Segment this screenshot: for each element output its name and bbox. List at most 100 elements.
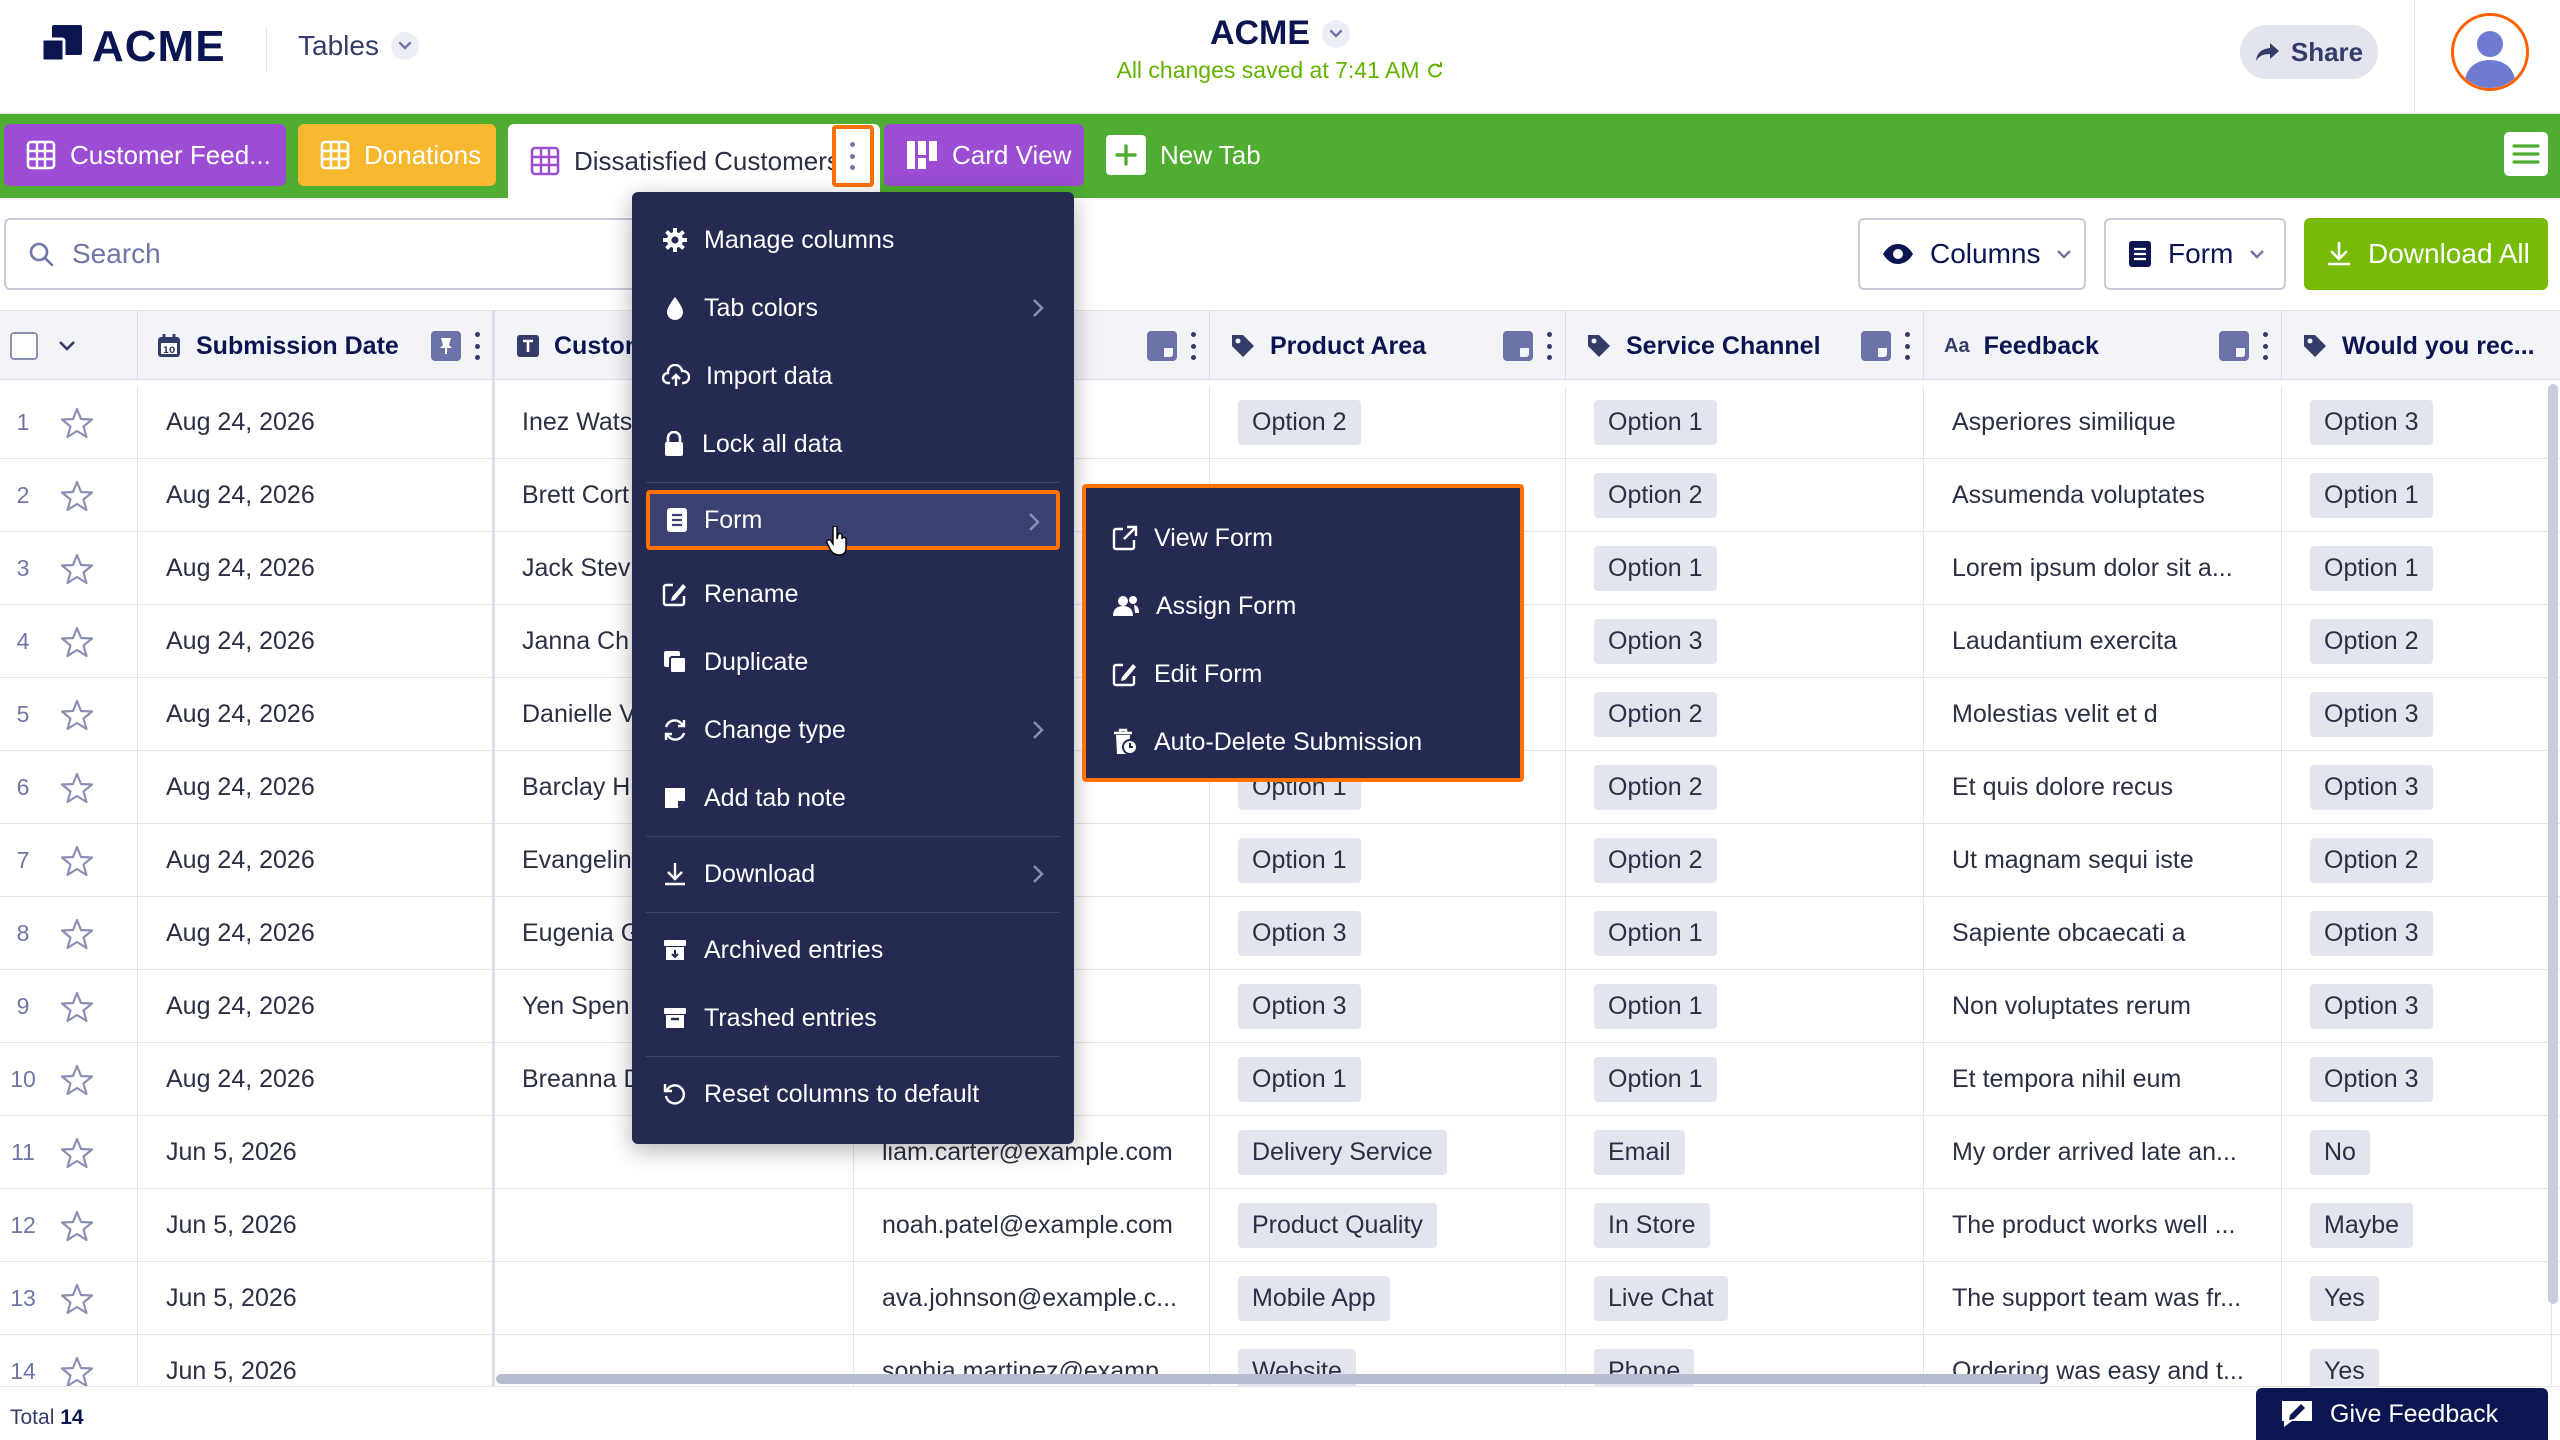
cell-service-channel[interactable]: In Store [1566,1189,1924,1262]
cell-product-area[interactable]: Option 1 [1210,1043,1566,1116]
submenu-item-edit-form[interactable]: Edit Form [1098,646,1498,702]
table-row[interactable]: 11 Jun 5, 2026 liam.carter@example.com Deli… [0,1116,2560,1189]
star-icon[interactable] [60,479,94,513]
cell-would-you-recommend[interactable]: Option 3 [2282,386,2552,459]
menu-item-tab-colors[interactable]: Tab colors [646,280,1060,336]
table-row[interactable]: 7Aug 24, 2026EvangelinomOption 1Option 2… [0,824,2560,897]
cell-customer[interactable] [494,1189,854,1262]
star-icon[interactable] [60,698,94,732]
menu-item-form[interactable]: Form [646,490,1060,550]
cell-feedback[interactable]: Asperiores similique [1924,386,2282,459]
cell-feedback[interactable]: Molestias velit et d [1924,678,2282,751]
cell-feedback[interactable]: Et quis dolore recus [1924,751,2282,824]
cell-would-you-recommend[interactable]: No [2282,1116,2552,1189]
column-service-channel[interactable]: Service Channel [1566,311,1924,381]
cell-feedback[interactable]: Lorem ipsum dolor sit a... [1924,532,2282,605]
column-would-you-recommend[interactable]: Would you rec... [2282,311,2560,381]
cell-feedback[interactable]: Non voluptates rerum [1924,970,2282,1043]
cell-would-you-recommend[interactable]: Option 2 [2282,605,2552,678]
cell-email[interactable]: noah.patel@example.com [854,1189,1210,1262]
star-icon[interactable] [60,844,94,878]
menu-item-trashed-entries[interactable]: Trashed entries [646,990,1060,1046]
search-input[interactable]: Search [4,218,644,290]
star-icon[interactable] [60,552,94,586]
column-product-area[interactable]: Product Area [1210,311,1566,381]
tab-dissatisfied-customers[interactable]: Dissatisfied Customers [508,124,880,198]
cell-service-channel[interactable]: Option 2 [1566,459,1924,532]
new-tab-button[interactable]: New Tab [1104,124,1304,186]
star-icon[interactable] [60,1136,94,1170]
cell-submission-date[interactable]: Jun 5, 2026 [138,1189,494,1262]
cell-would-you-recommend[interactable]: Option 1 [2282,532,2552,605]
cell-product-area[interactable]: Option 2 [1210,386,1566,459]
share-button[interactable]: Share [2240,25,2378,79]
more-vertical-icon[interactable] [1547,332,1553,360]
tabs-menu-button[interactable] [2504,132,2548,176]
tab-customer-feedback[interactable]: Customer Feed... [4,124,286,186]
tab-card-view[interactable]: Card View [884,124,1084,186]
submenu-item-auto-delete-submission[interactable]: Auto-Delete Submission [1098,714,1498,770]
cell-product-area[interactable]: Mobile App [1210,1262,1566,1335]
page-title[interactable]: ACME [1210,14,1351,53]
cell-service-channel[interactable]: Option 1 [1566,897,1924,970]
star-icon[interactable] [60,1355,94,1389]
star-icon[interactable] [60,1282,94,1316]
cell-submission-date[interactable]: Aug 24, 2026 [138,678,494,751]
cell-feedback[interactable]: Sapiente obcaecati a [1924,897,2282,970]
cell-product-area[interactable]: Option 3 [1210,897,1566,970]
pin-icon[interactable] [431,331,461,361]
download-all-button[interactable]: Download All [2304,218,2548,290]
star-icon[interactable] [60,917,94,951]
more-vertical-icon[interactable] [475,332,481,360]
cell-would-you-recommend[interactable]: Option 1 [2282,459,2552,532]
note-icon[interactable] [1503,331,1533,361]
submenu-item-view-form[interactable]: View Form [1098,510,1498,566]
star-icon[interactable] [60,1209,94,1243]
cell-feedback[interactable]: Laudantium exercita [1924,605,2282,678]
vertical-scrollbar[interactable] [2548,384,2558,1304]
table-row[interactable]: 10Aug 24, 2026Breanna Dle.comOption 1Opt… [0,1043,2560,1116]
menu-item-download[interactable]: Download [646,846,1060,902]
horizontal-scrollbar[interactable] [496,1374,2042,1384]
give-feedback-button[interactable]: Give Feedback [2256,1388,2548,1440]
menu-item-manage-columns[interactable]: Manage columns [646,212,1060,268]
cell-feedback[interactable]: Ut magnam sequi iste [1924,824,2282,897]
cell-would-you-recommend[interactable]: Option 3 [2282,897,2552,970]
cell-service-channel[interactable]: Option 1 [1566,532,1924,605]
table-row[interactable]: 13 Jun 5, 2026 ava.johnson@example.c... Mob… [0,1262,2560,1335]
cell-would-you-recommend[interactable]: Option 3 [2282,1043,2552,1116]
menu-item-add-tab-note[interactable]: Add tab note [646,770,1060,826]
cell-submission-date[interactable]: Aug 24, 2026 [138,970,494,1043]
table-row[interactable]: 1Aug 24, 2026Inez WatsomOption 2Option 1… [0,386,2560,459]
cell-product-area[interactable]: Option 3 [1210,970,1566,1043]
cell-would-you-recommend[interactable]: Option 3 [2282,751,2552,824]
menu-item-change-type[interactable]: Change type [646,702,1060,758]
note-icon[interactable] [2219,331,2249,361]
cell-product-area[interactable]: Delivery Service [1210,1116,1566,1189]
cell-service-channel[interactable]: Live Chat [1566,1262,1924,1335]
cell-would-you-recommend[interactable]: Option 3 [2282,970,2552,1043]
note-icon[interactable] [1147,331,1177,361]
chevron-down-icon[interactable] [58,340,76,352]
menu-item-archived-entries[interactable]: Archived entries [646,922,1060,978]
cell-service-channel[interactable]: Option 1 [1566,970,1924,1043]
cell-would-you-recommend[interactable]: Yes [2282,1262,2552,1335]
cell-service-channel[interactable]: Option 1 [1566,386,1924,459]
cell-service-channel[interactable]: Option 2 [1566,678,1924,751]
cell-feedback[interactable]: The support team was fr... [1924,1262,2282,1335]
menu-item-lock-all-data[interactable]: Lock all data [646,416,1060,472]
cell-submission-date[interactable]: Aug 24, 2026 [138,1043,494,1116]
cell-submission-date[interactable]: Jun 5, 2026 [138,1116,494,1189]
menu-item-reset-columns[interactable]: Reset columns to default [646,1066,1060,1122]
cell-submission-date[interactable]: Aug 24, 2026 [138,824,494,897]
cell-customer[interactable] [494,1262,854,1335]
star-icon[interactable] [60,1063,94,1097]
table-row[interactable]: 9Aug 24, 2026Yen Spene.comOption 3Option… [0,970,2560,1043]
cell-submission-date[interactable]: Aug 24, 2026 [138,605,494,678]
select-all-checkbox[interactable] [10,332,38,360]
cell-product-area[interactable]: Product Quality [1210,1189,1566,1262]
cell-product-area[interactable]: Option 1 [1210,824,1566,897]
cell-feedback[interactable]: The product works well ... [1924,1189,2282,1262]
cell-submission-date[interactable]: Aug 24, 2026 [138,532,494,605]
cell-service-channel[interactable]: Option 3 [1566,605,1924,678]
